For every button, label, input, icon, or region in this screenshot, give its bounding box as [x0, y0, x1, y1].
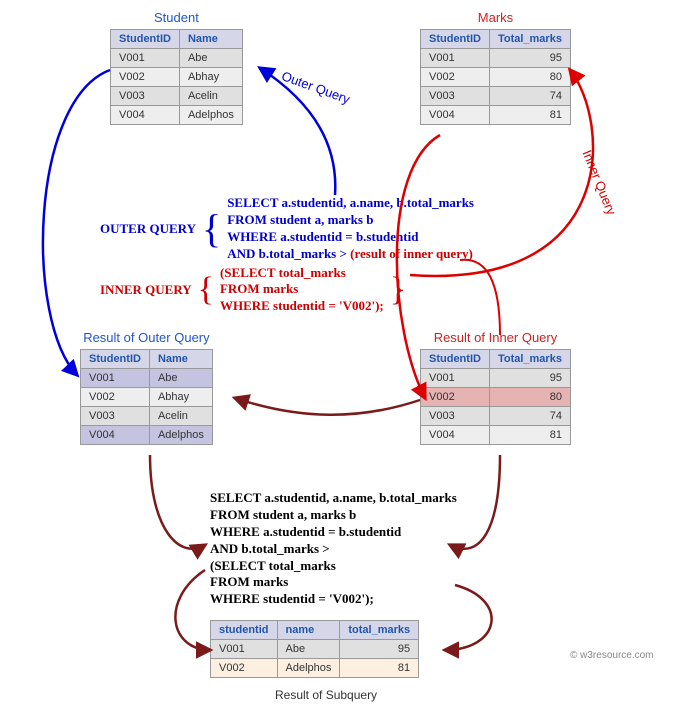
- brace-icon: }: [390, 283, 406, 297]
- col-header: name: [277, 621, 340, 640]
- outer-query-curve-label: Outer Query: [280, 68, 352, 107]
- marks-title: Marks: [420, 10, 571, 25]
- table-row: V00195: [421, 369, 571, 388]
- table-row: V001Abe: [81, 369, 213, 388]
- marks-table: StudentIDTotal_marks V00195 V00280 V0037…: [420, 29, 571, 125]
- query-line: SELECT a.studentid, a.name, b.total_mark…: [210, 490, 457, 507]
- inner-result-title: Result of Inner Query: [420, 330, 571, 345]
- table-row: V002Adelphos81: [211, 659, 419, 678]
- col-header: Total_marks: [489, 350, 570, 369]
- query-line: WHERE a.studentid = b.studentid: [227, 229, 474, 246]
- center-query: OUTER QUERY { SELECT a.studentid, a.name…: [100, 195, 474, 315]
- query-line: (result of inner query): [350, 246, 473, 261]
- query-line: FROM student a, marks b: [210, 507, 457, 524]
- col-header: Name: [149, 350, 212, 369]
- table-row: V00481: [421, 106, 571, 125]
- table-row: V002Abhay: [111, 68, 243, 87]
- outer-query-label: OUTER QUERY: [100, 221, 196, 237]
- col-header: Total_marks: [489, 30, 570, 49]
- query-line: FROM marks: [220, 281, 384, 298]
- student-table-block: Student StudentIDName V001Abe V002Abhay …: [110, 10, 243, 125]
- inner-result-table: StudentIDTotal_marks V00195 V00280 V0037…: [420, 349, 571, 445]
- table-row: V00195: [421, 49, 571, 68]
- table-row: V003Acelin: [111, 87, 243, 106]
- table-row: V00280: [421, 388, 571, 407]
- query-line: AND b.total_marks >: [227, 246, 350, 261]
- arrow-final-to-table-l: [175, 570, 210, 650]
- table-row: V00481: [421, 426, 571, 445]
- query-line: SELECT a.studentid, a.name, b.total_mark…: [227, 195, 474, 212]
- query-line: AND b.total_marks >: [210, 541, 457, 558]
- table-row: V003Acelin: [81, 407, 213, 426]
- inner-query-label: INNER QUERY: [100, 282, 192, 298]
- final-result-caption: Result of Subquery: [275, 688, 377, 702]
- student-title: Student: [110, 10, 243, 25]
- outer-result-table: StudentIDName V001Abe V002Abhay V003Acel…: [80, 349, 213, 445]
- query-line: WHERE studentid = 'V002');: [220, 298, 384, 315]
- query-line: (SELECT total_marks: [220, 265, 384, 282]
- table-row: V001Abe: [111, 49, 243, 68]
- table-row: V001Abe95: [211, 640, 419, 659]
- col-header: StudentID: [421, 30, 490, 49]
- col-header: StudentID: [111, 30, 180, 49]
- inner-result-block: Result of Inner Query StudentIDTotal_mar…: [420, 330, 571, 445]
- col-header: StudentID: [81, 350, 150, 369]
- arrow-inner-to-outer-result: [235, 398, 420, 415]
- watermark: © w3resource.com: [570, 650, 654, 661]
- query-line: FROM student a, marks b: [227, 212, 474, 229]
- col-header: studentid: [211, 621, 278, 640]
- col-header: Name: [179, 30, 242, 49]
- query-line: WHERE studentid = 'V002');: [210, 591, 457, 608]
- query-line: WHERE a.studentid = b.studentid: [210, 524, 457, 541]
- final-result-table: studentidnametotal_marks V001Abe95 V002A…: [210, 620, 419, 678]
- brace-icon: {: [198, 283, 214, 297]
- outer-result-block: Result of Outer Query StudentIDName V001…: [80, 330, 213, 445]
- final-result-block: studentidnametotal_marks V001Abe95 V002A…: [210, 620, 419, 678]
- table-row: V00374: [421, 87, 571, 106]
- final-query: SELECT a.studentid, a.name, b.total_mark…: [210, 490, 457, 608]
- arrow-inner-to-final-r: [450, 455, 500, 549]
- table-row: V00374: [421, 407, 571, 426]
- table-row: V004Adelphos: [111, 106, 243, 125]
- table-row: V00280: [421, 68, 571, 87]
- col-header: total_marks: [340, 621, 419, 640]
- student-table: StudentIDName V001Abe V002Abhay V003Acel…: [110, 29, 243, 125]
- arrow-outer-to-final-l: [150, 455, 205, 549]
- query-line: (SELECT total_marks: [210, 558, 457, 575]
- table-row: V004Adelphos: [81, 426, 213, 445]
- query-line: FROM marks: [210, 574, 457, 591]
- table-row: V002Abhay: [81, 388, 213, 407]
- brace-icon: {: [202, 221, 221, 237]
- outer-result-title: Result of Outer Query: [80, 330, 213, 345]
- marks-table-block: Marks StudentIDTotal_marks V00195 V00280…: [420, 10, 571, 125]
- col-header: StudentID: [421, 350, 490, 369]
- inner-query-curve-label: Inner Query: [580, 148, 620, 217]
